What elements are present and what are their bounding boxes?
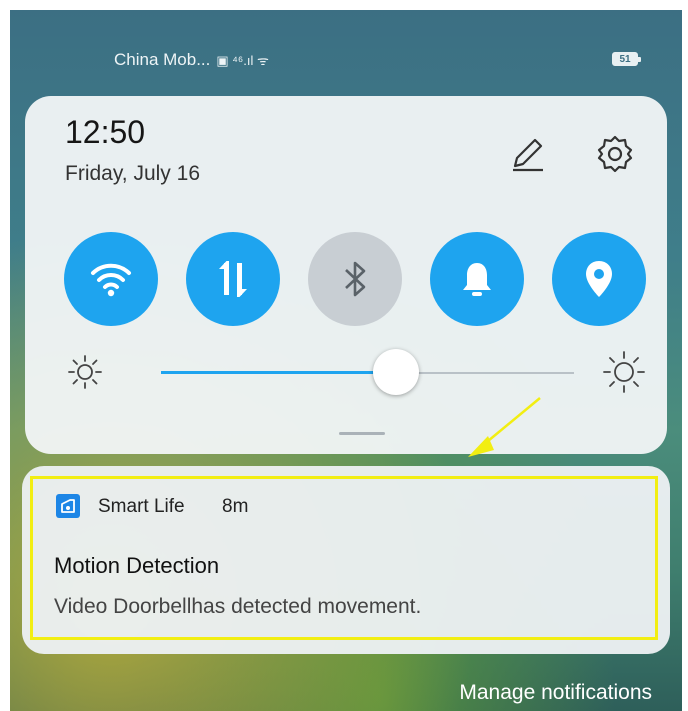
quick-settings-panel: 12:50 Friday, July 16 xyxy=(25,96,667,454)
mobile-data-toggle[interactable] xyxy=(186,232,280,326)
battery-level: 51 xyxy=(619,53,631,65)
clock-date: Friday, July 16 xyxy=(65,162,200,185)
brightness-slider-thumb[interactable] xyxy=(373,349,420,395)
gear-icon[interactable] xyxy=(593,132,637,176)
brightness-slider-fill xyxy=(161,371,397,374)
bluetooth-toggle[interactable] xyxy=(308,232,402,326)
location-pin-icon xyxy=(586,261,612,297)
manage-notifications-button[interactable]: Manage notifications xyxy=(459,681,652,705)
brightness-low-icon xyxy=(65,352,105,392)
signal-icon: ▣ ⁴⁶.ıl ᯤ xyxy=(216,53,269,68)
wifi-icon xyxy=(91,263,131,297)
edit-pencil-icon[interactable] xyxy=(505,132,549,176)
location-toggle[interactable] xyxy=(552,232,646,326)
notification-body: Video Doorbellhas detected movement. xyxy=(54,595,422,618)
notification-age: 8m xyxy=(222,496,249,517)
notification-title: Motion Detection xyxy=(54,553,220,578)
carrier-name: China Mob... xyxy=(114,50,211,69)
bluetooth-icon xyxy=(345,261,366,297)
status-bar: China Mob... ▣ ⁴⁶.ıl ᯤ 51 xyxy=(10,10,682,90)
clock-time: 12:50 xyxy=(65,114,146,150)
notification-app-name: Smart Life xyxy=(98,496,185,517)
notification-card[interactable]: Smart Life 8m Motion Detection Video Doo… xyxy=(22,466,670,654)
brightness-high-icon xyxy=(602,350,646,394)
wifi-toggle[interactable] xyxy=(64,232,158,326)
smart-life-app-icon xyxy=(56,494,80,518)
carrier-info: China Mob... ▣ ⁴⁶.ıl ᯤ xyxy=(114,50,269,70)
sound-toggle[interactable] xyxy=(430,232,524,326)
data-transfer-icon xyxy=(219,261,247,297)
brightness-slider[interactable] xyxy=(161,349,574,395)
battery-icon: 51 xyxy=(612,52,641,66)
panel-drag-handle[interactable] xyxy=(339,432,385,435)
bell-icon xyxy=(463,263,491,296)
phone-screen: China Mob... ▣ ⁴⁶.ıl ᯤ 51 12:50 Friday, … xyxy=(10,10,682,711)
